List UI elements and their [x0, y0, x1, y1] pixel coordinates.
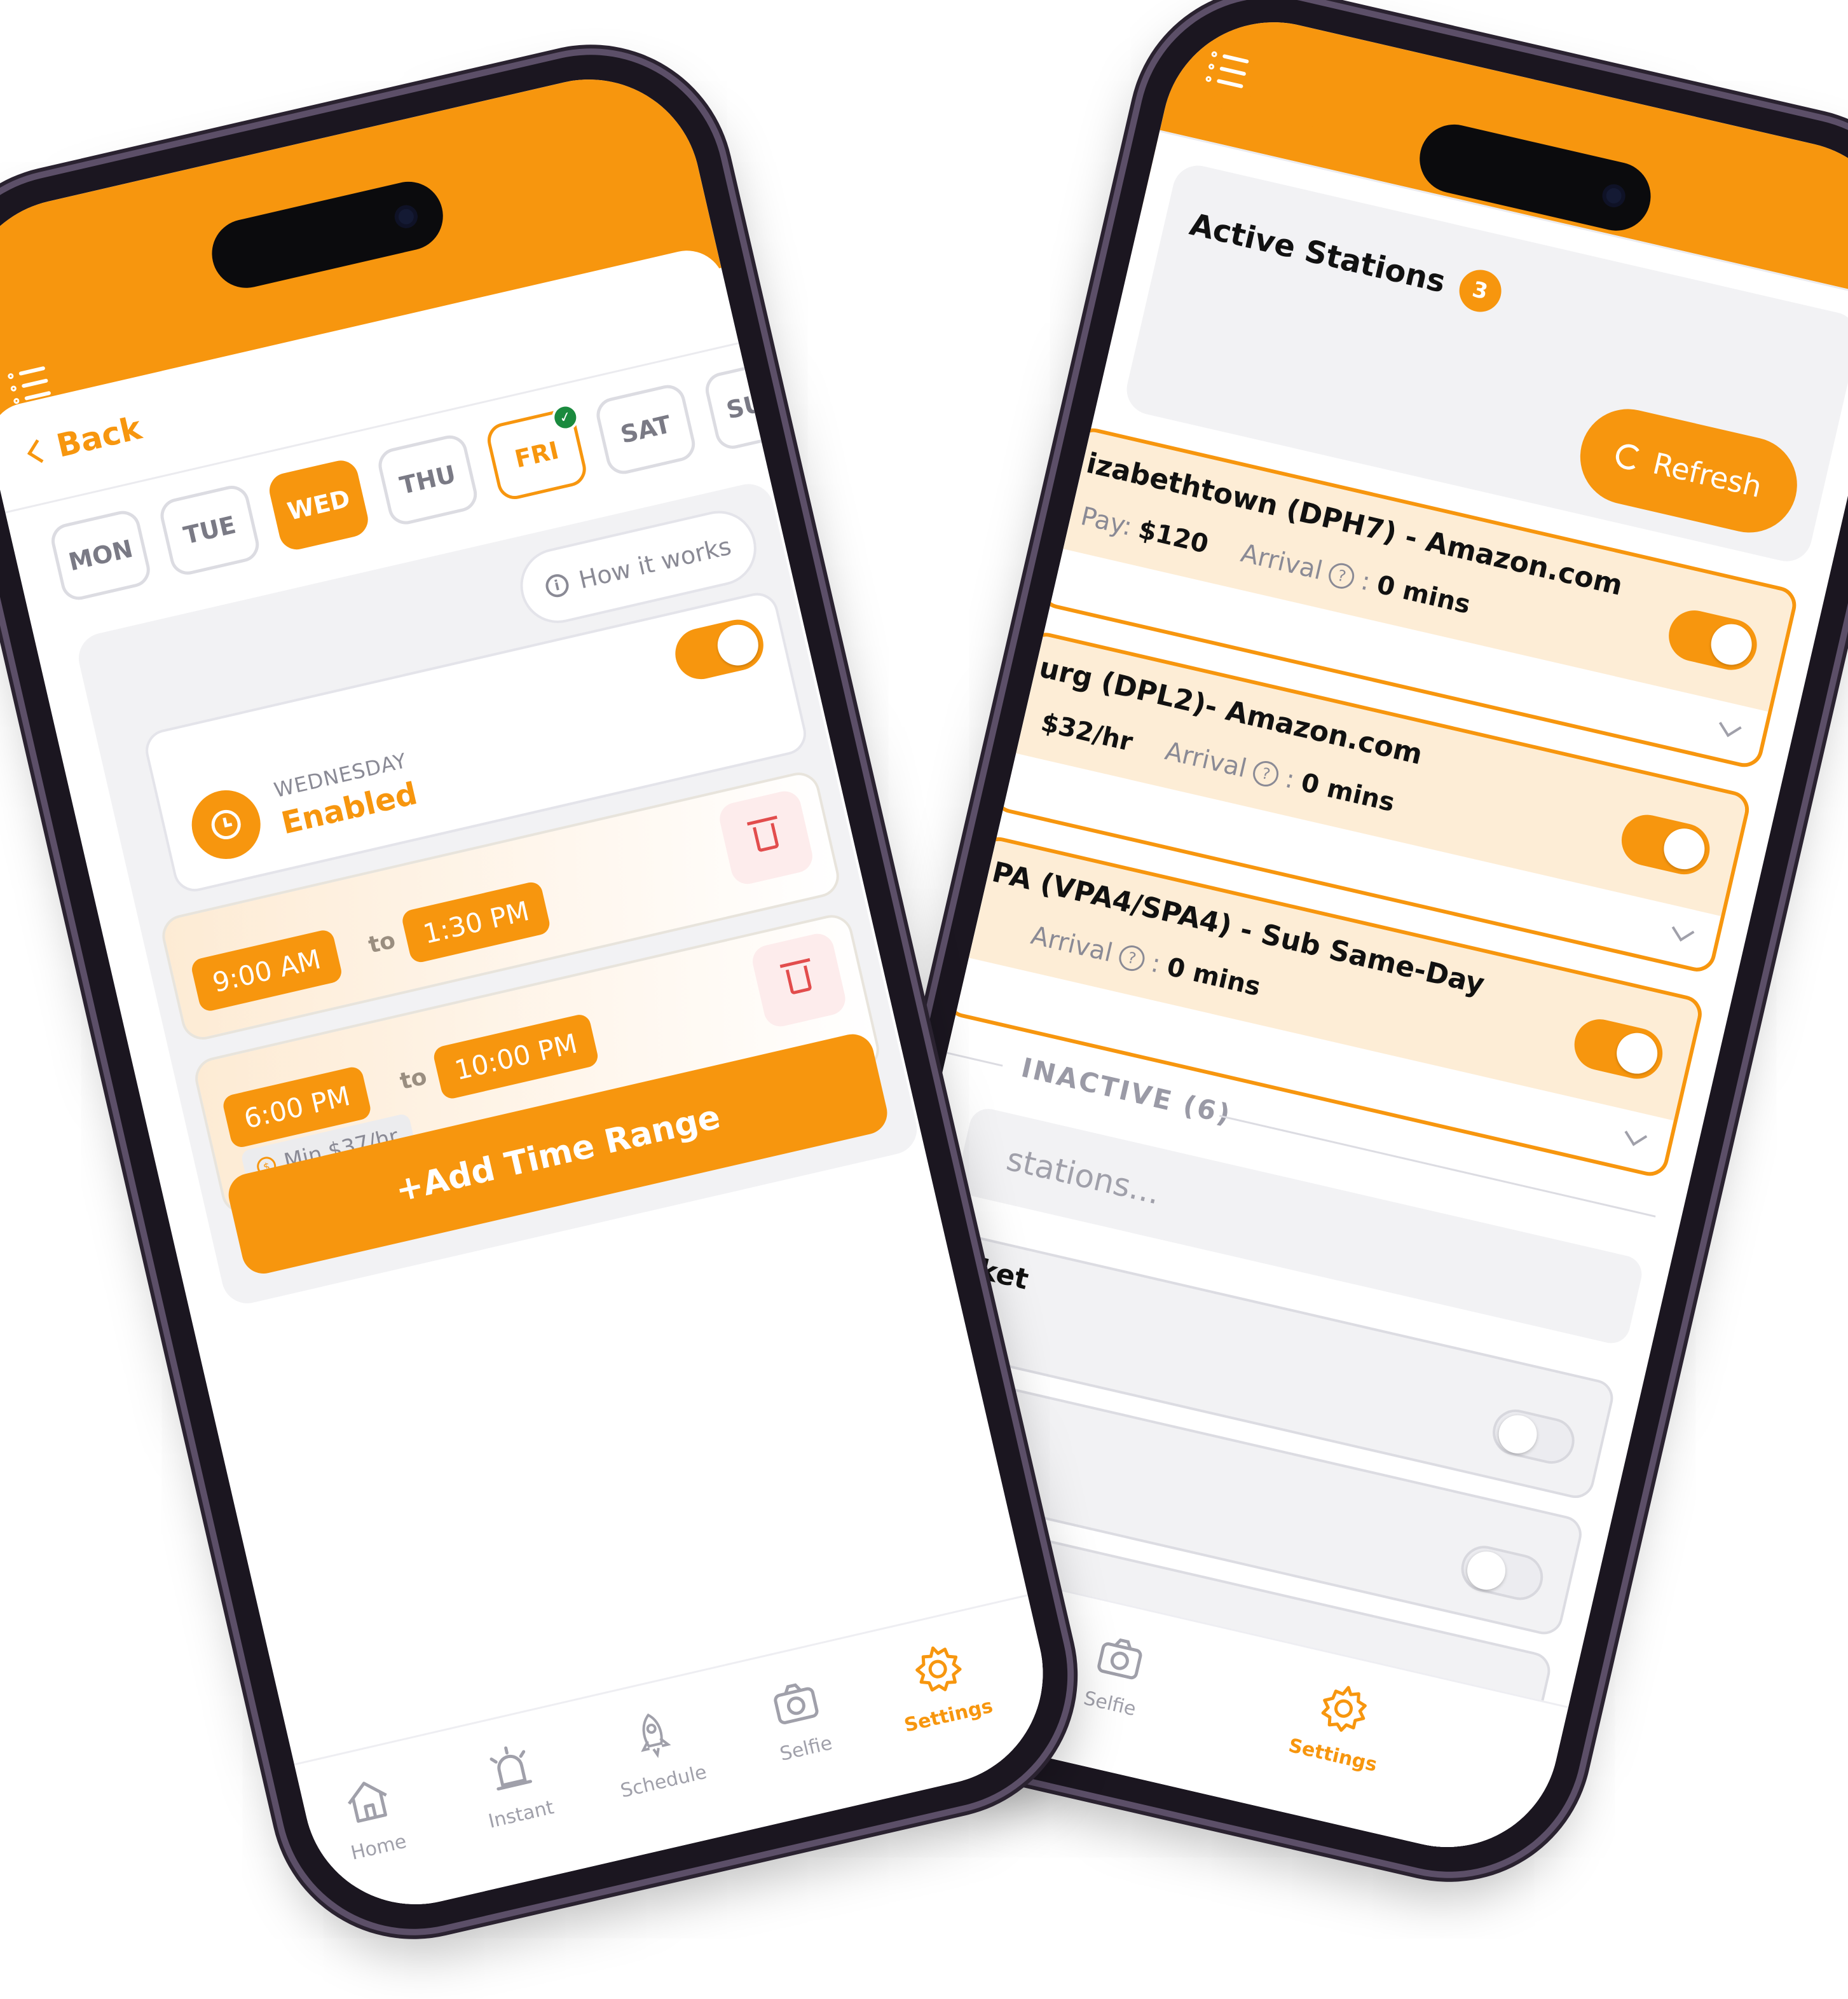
tab-label: Settings	[1286, 1734, 1379, 1776]
day-chip-thu[interactable]: THU	[374, 432, 481, 528]
day-label: FRI	[512, 436, 562, 474]
tab-label: Settings	[902, 1694, 996, 1737]
range-to-label: to	[397, 1063, 430, 1096]
day-chip-tue[interactable]: TUE	[156, 482, 263, 579]
station-toggle[interactable]	[1456, 1541, 1548, 1605]
trash-icon	[753, 823, 780, 853]
home-icon	[348, 1782, 387, 1823]
day-chip-sat[interactable]: SAT	[592, 381, 699, 477]
start-time: 6:00 PM	[241, 1080, 353, 1135]
day-label: WED	[284, 484, 353, 526]
arrival-separator: :	[1148, 948, 1163, 979]
camera-icon	[1097, 1638, 1142, 1680]
front-camera	[392, 203, 420, 231]
front-camera	[1600, 182, 1628, 210]
chevron-left-icon	[27, 439, 51, 463]
how-it-works-label: How it works	[576, 532, 734, 594]
tab-label: Selfie	[777, 1732, 835, 1766]
camera-icon	[774, 1683, 819, 1724]
gear-icon	[1321, 1686, 1367, 1732]
chevron-down-icon[interactable]	[1671, 919, 1695, 942]
day-label: SUN	[723, 384, 786, 425]
day-label: SAT	[618, 410, 674, 449]
day-label: THU	[397, 460, 458, 500]
arrival-separator: :	[1358, 566, 1374, 597]
siren-icon	[489, 1746, 532, 1791]
clock-icon	[184, 783, 268, 866]
tab-schedule[interactable]: Schedule	[585, 1696, 729, 1807]
chevron-down-icon[interactable]	[1624, 1123, 1648, 1146]
day-chip-wed[interactable]: WED	[266, 457, 372, 553]
day-enabled-toggle[interactable]	[670, 614, 769, 685]
end-time: 10:00 PM	[451, 1027, 580, 1086]
back-button[interactable]: Back	[27, 409, 145, 471]
day-label: MON	[65, 534, 135, 577]
active-count-badge: 3	[1454, 265, 1505, 316]
refresh-label: Refresh	[1650, 446, 1765, 505]
end-time: 1:30 PM	[420, 895, 532, 950]
schedule-screen: Back MON TUE WED THU FRI ✓ SAT SUN i How …	[0, 57, 1065, 1927]
tab-label: Selfie	[1081, 1687, 1139, 1721]
back-label: Back	[53, 409, 145, 465]
chevron-down-icon[interactable]	[1718, 714, 1742, 738]
tab-home[interactable]: Home	[300, 1762, 443, 1873]
day-chip-fri[interactable]: FRI ✓	[484, 401, 590, 503]
rocket-icon	[641, 1713, 671, 1759]
tab-label: Schedule	[618, 1761, 709, 1803]
refresh-button[interactable]: Refresh	[1571, 399, 1807, 542]
trash-icon	[785, 965, 812, 995]
range-to-label: to	[366, 927, 398, 959]
inactive-divider-left	[947, 1052, 1003, 1067]
help-icon[interactable]: ?	[1250, 759, 1282, 790]
end-time-pill[interactable]: 10:00 PM	[432, 1012, 600, 1101]
start-time-pill[interactable]: 9:00 AM	[189, 928, 344, 1013]
help-icon[interactable]: ?	[1326, 560, 1357, 591]
delete-range-button[interactable]	[749, 930, 849, 1030]
station-toggle[interactable]	[1488, 1405, 1579, 1469]
search-placeholder: stations...	[1003, 1140, 1164, 1212]
schedule-phone: Back MON TUE WED THU FRI ✓ SAT SUN i How …	[0, 28, 1095, 1956]
tab-settings[interactable]: Settings	[1268, 1670, 1411, 1781]
checkmark-icon: ✓	[549, 401, 582, 434]
tab-label: Home	[348, 1830, 409, 1865]
info-icon: i	[543, 572, 571, 600]
active-stations-title: Active Stations	[1186, 206, 1449, 300]
end-time-pill[interactable]: 1:30 PM	[400, 880, 552, 965]
refresh-icon	[1613, 441, 1645, 472]
delete-range-button[interactable]	[716, 788, 816, 888]
tab-label: Instant	[486, 1796, 556, 1833]
start-time: 9:00 AM	[209, 943, 324, 998]
arrival-separator: :	[1282, 764, 1297, 795]
tab-settings[interactable]: Settings	[870, 1630, 1013, 1741]
day-chip-mon[interactable]: MON	[48, 507, 154, 603]
day-label: TUE	[181, 511, 239, 550]
help-icon[interactable]: ?	[1116, 943, 1147, 974]
day-schedule-panel: i How it works WEDNESDAY Enabled 9:00 AM…	[73, 479, 922, 1309]
day-chip-sun[interactable]: SUN	[702, 356, 808, 453]
gear-icon	[915, 1646, 962, 1692]
tab-instant[interactable]: Instant	[442, 1729, 585, 1840]
tab-selfie[interactable]: Selfie	[728, 1663, 871, 1774]
